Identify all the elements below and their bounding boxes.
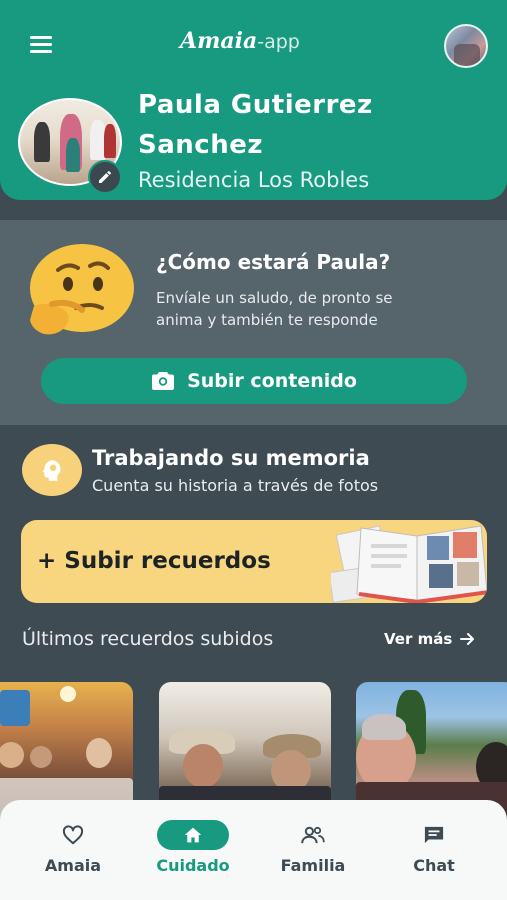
see-more-label: Ver más <box>384 630 453 648</box>
profile-name-line1: Paula Gutierrez <box>138 90 373 120</box>
nav-item-familia[interactable]: Familia <box>258 820 368 875</box>
chat-icon <box>398 820 470 850</box>
upload-content-button[interactable]: Subir contenido <box>41 358 467 404</box>
home-icon <box>157 820 229 850</box>
upload-memories-label: + Subir recuerdos <box>37 548 271 574</box>
latest-memories-label: Últimos recuerdos subidos <box>22 628 274 650</box>
nav-item-chat[interactable]: Chat <box>379 820 489 875</box>
logo-sub-text: -app <box>257 31 300 53</box>
hamburger-menu-icon[interactable] <box>30 36 52 54</box>
see-more-link[interactable]: Ver más <box>384 630 476 648</box>
profile-name-line2: Sanchez <box>138 130 263 160</box>
profile-residence: Residencia Los Robles <box>138 168 370 192</box>
nav-item-cuidado[interactable]: Cuidado <box>138 820 248 875</box>
account-avatar[interactable] <box>444 24 488 68</box>
brain-head-icon <box>22 444 82 496</box>
status-panel-text-line2: anima y también te responde <box>156 311 378 329</box>
people-icon <box>277 820 349 850</box>
status-panel-title: ¿Cómo estará Paula? <box>156 250 391 274</box>
app-logo: Amaia -app <box>180 28 300 62</box>
logo-main-text: Amaia <box>180 28 258 54</box>
pencil-icon <box>99 170 112 183</box>
bottom-navigation: Amaia Cuidado Familia Chat <box>0 800 507 900</box>
memory-section-title: Trabajando su memoria <box>92 446 370 470</box>
status-panel-text-line1: Envíale un saludo, de pronto se <box>156 289 393 307</box>
upload-memories-card[interactable]: + Subir recuerdos <box>21 520 487 603</box>
nav-label-amaia: Amaia <box>44 856 102 875</box>
camera-icon <box>152 372 175 390</box>
nav-label-familia: Familia <box>280 856 346 875</box>
photo-album-icon <box>331 525 487 603</box>
thinking-face-icon <box>30 244 134 335</box>
nav-label-cuidado: Cuidado <box>156 856 230 875</box>
heart-icon <box>37 820 109 850</box>
memory-section-subtitle: Cuenta su historia a través de fotos <box>92 476 379 495</box>
nav-item-amaia[interactable]: Amaia <box>18 820 128 875</box>
arrow-right-icon <box>460 633 475 645</box>
edit-profile-button[interactable] <box>88 160 122 194</box>
nav-label-chat: Chat <box>413 856 455 875</box>
upload-content-label: Subir contenido <box>187 370 357 392</box>
